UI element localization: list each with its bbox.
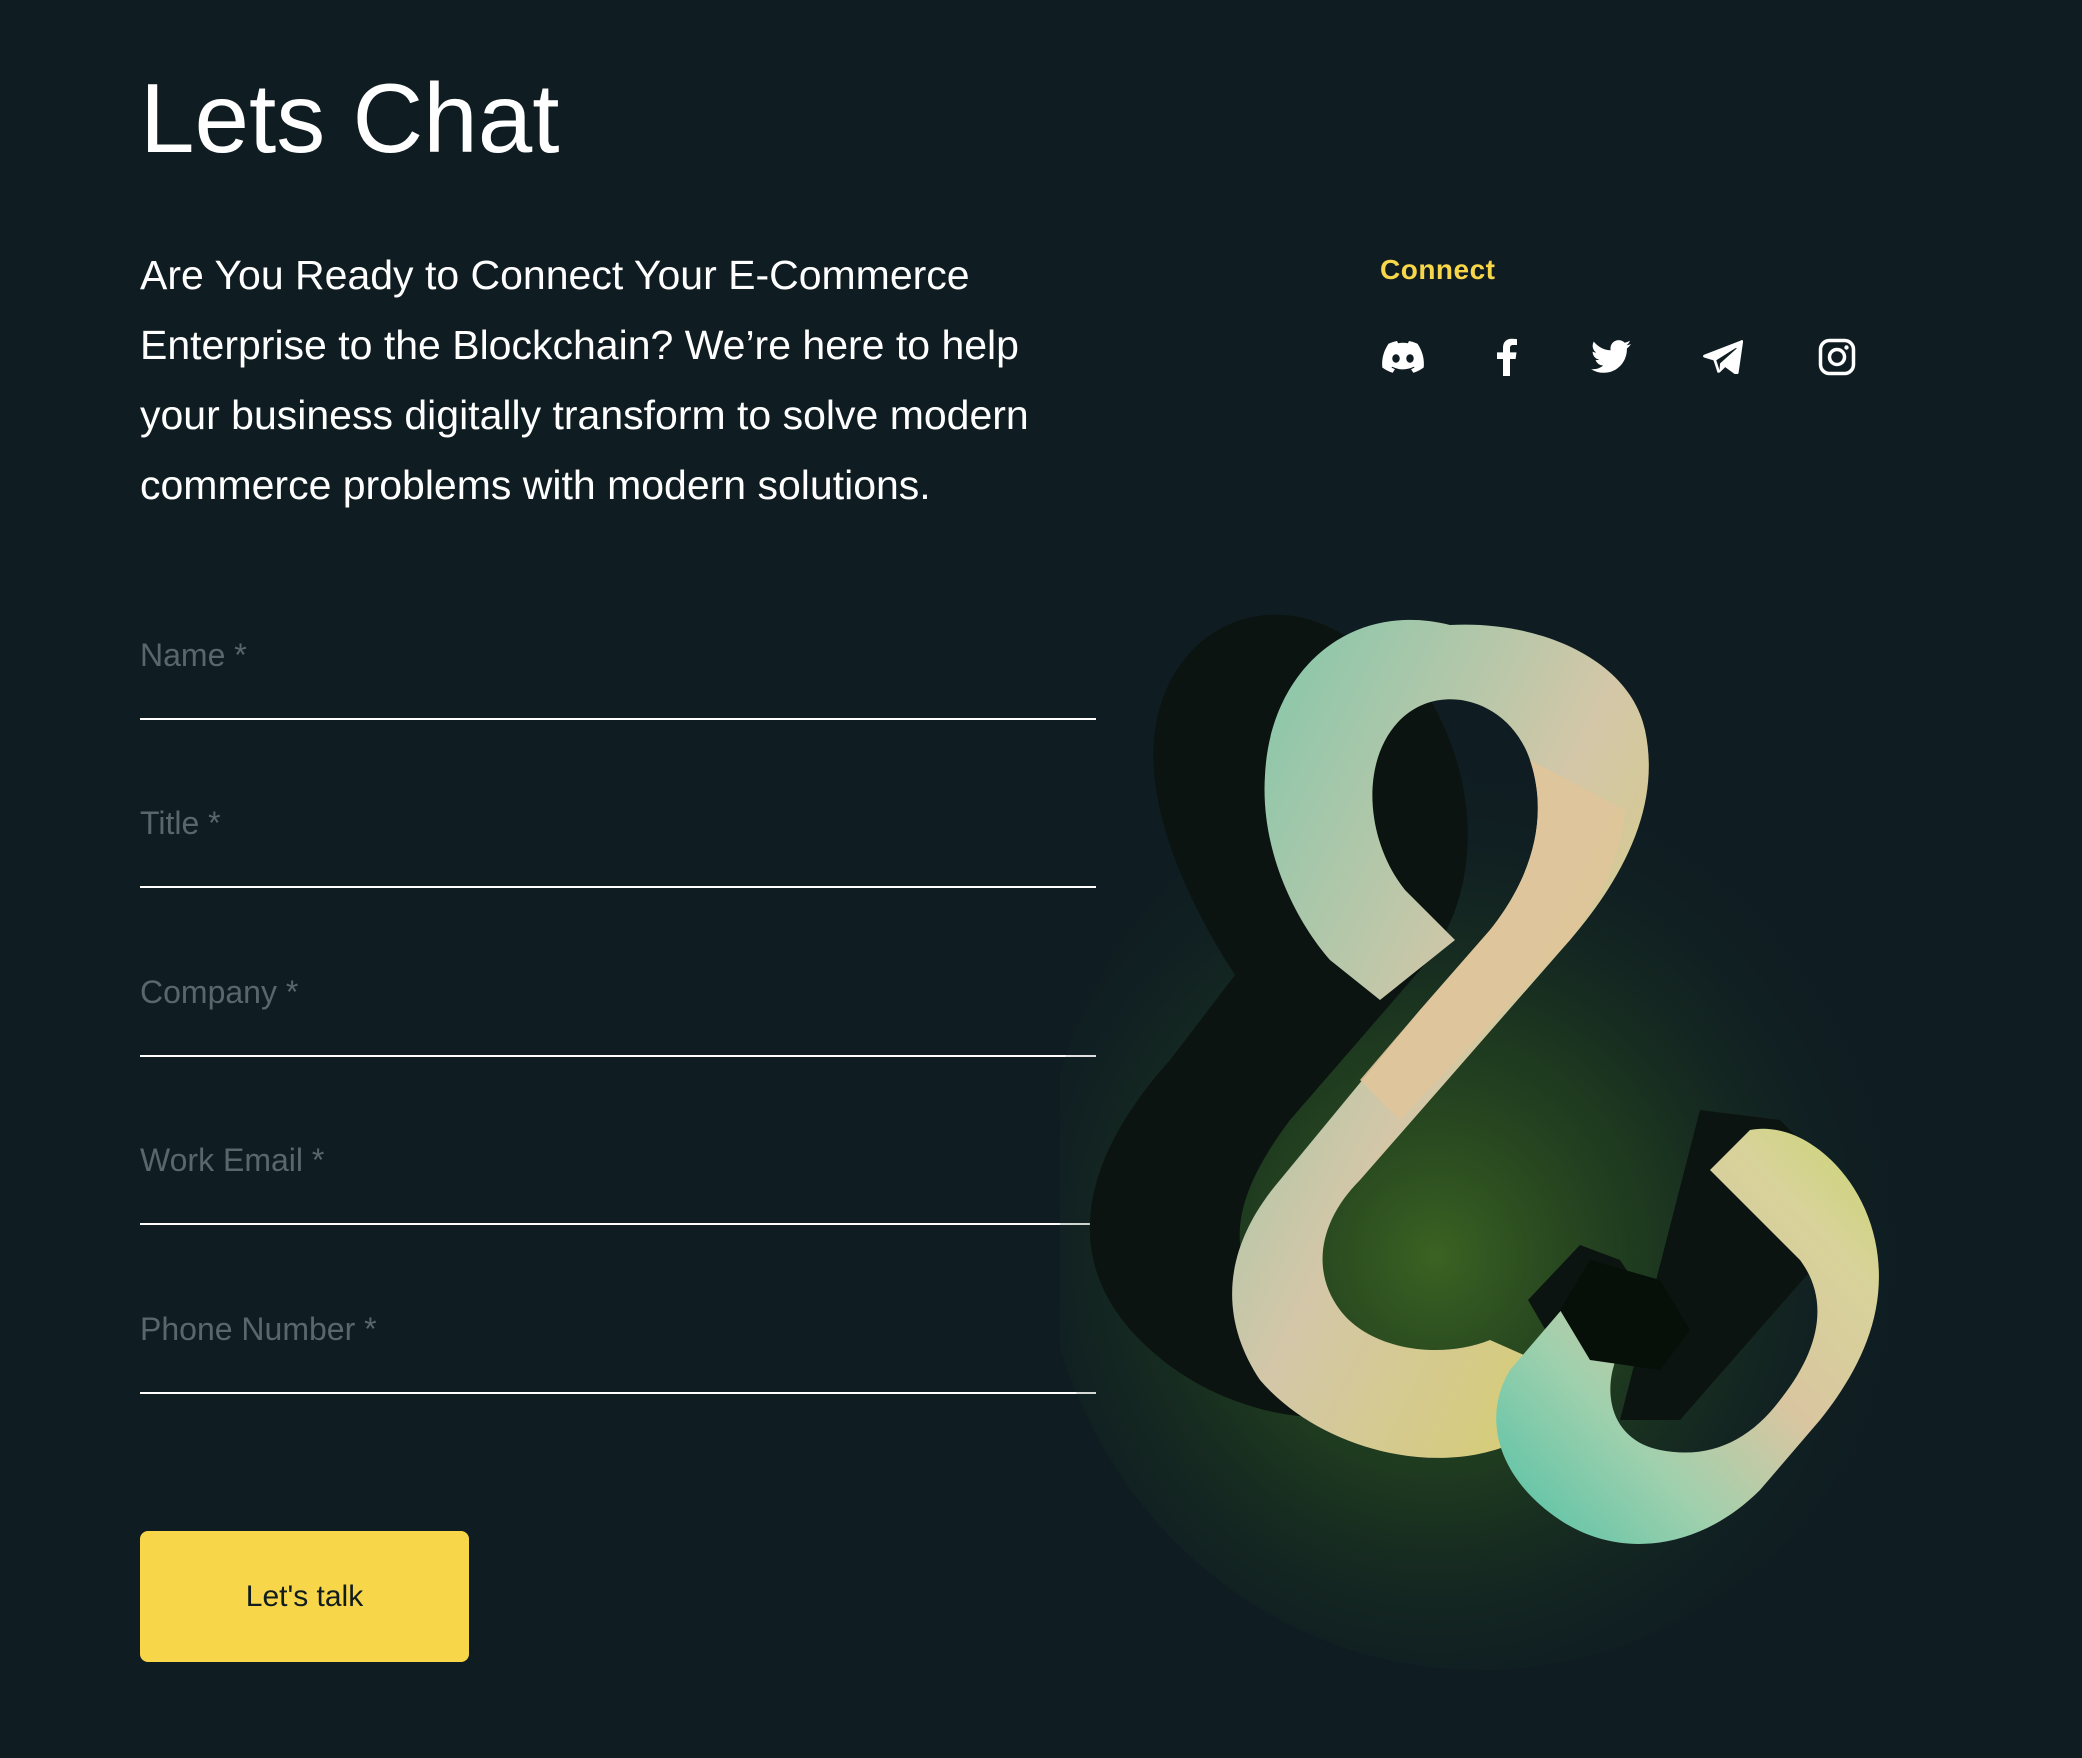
lets-talk-button[interactable]: Let's talk xyxy=(140,1531,469,1662)
phone-number-input[interactable] xyxy=(140,1294,1096,1394)
connect-label: Connect xyxy=(1380,254,1496,285)
discord-icon[interactable] xyxy=(1380,334,1426,380)
contact-page: Lets Chat Are You Ready to Connect Your … xyxy=(0,0,2082,1758)
instagram-icon[interactable] xyxy=(1814,334,1860,380)
brand-logo-3d-illustration xyxy=(1040,560,2080,1740)
phone-number-field-wrapper xyxy=(140,1294,1096,1394)
social-links xyxy=(1380,334,1880,394)
work-email-field-wrapper xyxy=(140,1125,1096,1225)
connect-section: Connect xyxy=(1380,254,1880,376)
name-input[interactable] xyxy=(140,620,1096,720)
facebook-icon[interactable] xyxy=(1484,334,1530,380)
intro-paragraph: Are You Ready to Connect Your E-Commerce… xyxy=(140,252,1029,508)
title-input[interactable] xyxy=(140,788,1096,888)
name-field-wrapper xyxy=(140,620,1096,720)
twitter-icon[interactable] xyxy=(1588,334,1634,380)
telegram-icon[interactable] xyxy=(1700,334,1746,380)
page-title: Lets Chat xyxy=(140,63,560,173)
company-input[interactable] xyxy=(140,957,1096,1057)
company-field-wrapper xyxy=(140,957,1096,1057)
title-field-wrapper xyxy=(140,788,1096,888)
work-email-input[interactable] xyxy=(140,1125,1096,1225)
